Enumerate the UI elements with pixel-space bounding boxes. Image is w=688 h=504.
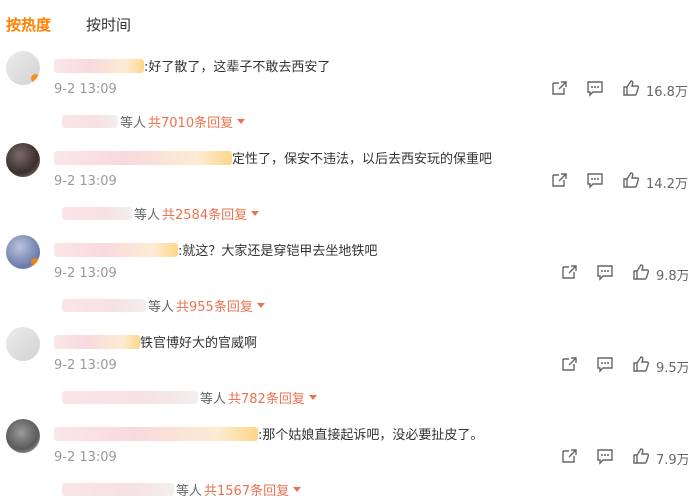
- comment-time: 9-2 13:09: [54, 174, 117, 189]
- reply-users-blurred[interactable]: [62, 391, 198, 404]
- chevron-down-icon[interactable]: [256, 303, 265, 308]
- tab-time[interactable]: 按时间: [86, 14, 131, 35]
- comment-item: 铁官博好大的官威啊 9-2 13:09 9.5万 等人 共782条回复: [0, 322, 688, 412]
- comment-time: 9-2 13:09: [54, 358, 117, 373]
- avatar[interactable]: [6, 143, 40, 177]
- comment-icon[interactable]: [596, 355, 614, 373]
- avatar[interactable]: [6, 235, 40, 269]
- thumbs-up-icon[interactable]: [622, 79, 640, 97]
- view-replies-link[interactable]: 共1567条回复: [204, 484, 289, 499]
- avatar[interactable]: [6, 327, 40, 361]
- comment-time: 9-2 13:09: [54, 450, 117, 465]
- reply-users-blurred[interactable]: [62, 483, 174, 496]
- share-icon[interactable]: [550, 79, 568, 97]
- reply-users-blurred[interactable]: [62, 207, 132, 220]
- sort-tabs: 按热度 按时间: [0, 0, 688, 46]
- thumbs-up-icon[interactable]: [632, 447, 650, 465]
- share-icon[interactable]: [550, 171, 568, 189]
- username-blurred[interactable]: [54, 426, 258, 441]
- comment-icon[interactable]: [596, 447, 614, 465]
- comment-text: :好了散了，这辈子不敢去西安了: [144, 60, 331, 75]
- share-icon[interactable]: [560, 263, 578, 281]
- like-count: 16.8万: [646, 85, 688, 100]
- comment-item: :好了散了，这辈子不敢去西安了 9-2 13:09 16.8万 等人 共7010条…: [0, 46, 688, 136]
- reply-summary: 等人 共955条回复: [62, 296, 265, 315]
- thumbs-up-icon[interactable]: [622, 171, 640, 189]
- comment-text: :就这？大家还是穿铠甲去坐地铁吧: [178, 244, 378, 259]
- view-replies-link[interactable]: 共955条回复: [176, 300, 253, 315]
- comment-time: 9-2 13:09: [54, 266, 117, 281]
- username-blurred[interactable]: [54, 58, 144, 73]
- reply-summary: 等人 共1567条回复: [62, 480, 302, 499]
- like-count: 7.9万: [656, 453, 688, 468]
- comment-item: :那个姑娘直接起诉吧，没必要扯皮了。 9-2 13:09 7.9万 等人 共156…: [0, 414, 688, 504]
- comment-item: 定性了，保安不违法，以后去西安玩的保重吧 9-2 13:09 14.2万 等人共…: [0, 138, 688, 228]
- like-count: 9.5万: [656, 361, 688, 376]
- view-replies-link[interactable]: 共782条回复: [228, 392, 305, 407]
- chevron-down-icon[interactable]: [237, 119, 246, 124]
- thumbs-up-icon[interactable]: [632, 355, 650, 373]
- tab-hot[interactable]: 按热度: [6, 14, 51, 35]
- comment-icon[interactable]: [586, 171, 604, 189]
- chevron-down-icon[interactable]: [293, 487, 302, 492]
- reply-summary: 等人 共7010条回复: [62, 112, 246, 131]
- comment-text: 定性了，保安不违法，以后去西安玩的保重吧: [232, 152, 493, 167]
- chevron-down-icon[interactable]: [308, 395, 317, 400]
- comment-time: 9-2 13:09: [54, 82, 117, 97]
- username-blurred[interactable]: [54, 242, 178, 257]
- comment-text: 铁官博好大的官威啊: [140, 336, 258, 351]
- thumbs-up-icon[interactable]: [632, 263, 650, 281]
- chevron-down-icon[interactable]: [251, 211, 260, 216]
- reply-users-blurred[interactable]: [62, 299, 146, 312]
- share-icon[interactable]: [560, 355, 578, 373]
- view-replies-link[interactable]: 共2584条回复: [162, 208, 247, 223]
- avatar[interactable]: [6, 419, 40, 453]
- reply-users-blurred[interactable]: [62, 115, 118, 128]
- comment-item: :就这？大家还是穿铠甲去坐地铁吧 9-2 13:09 9.8万 等人 共955条回…: [0, 230, 688, 320]
- comment-text: :那个姑娘直接起诉吧，没必要扯皮了。: [258, 428, 484, 443]
- like-count: 14.2万: [646, 177, 688, 192]
- username-blurred[interactable]: [54, 334, 140, 349]
- comment-icon[interactable]: [596, 263, 614, 281]
- username-blurred[interactable]: [54, 150, 232, 165]
- view-replies-link[interactable]: 共7010条回复: [148, 116, 233, 131]
- reply-summary: 等人 共2584条回复: [62, 204, 260, 223]
- comment-icon[interactable]: [586, 79, 604, 97]
- avatar[interactable]: [6, 51, 40, 85]
- like-count: 9.8万: [656, 269, 688, 284]
- share-icon[interactable]: [560, 447, 578, 465]
- reply-summary: 等人 共782条回复: [62, 388, 317, 407]
